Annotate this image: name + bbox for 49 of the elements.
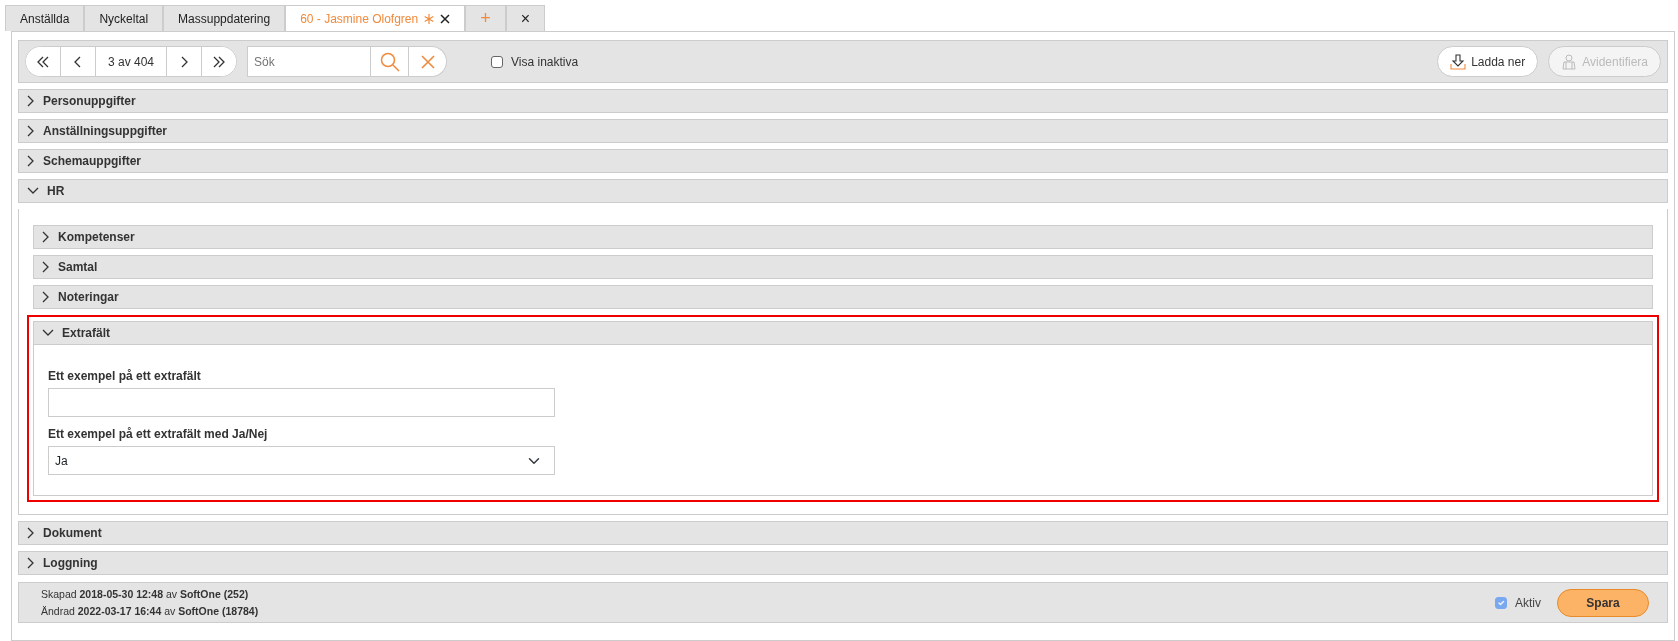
section-header[interactable]: Schemauppgifter	[18, 149, 1668, 173]
section-header[interactable]: Kompetenser	[33, 225, 1653, 249]
tab[interactable]: Massuppdatering	[163, 5, 286, 31]
chevron-down-icon	[27, 187, 39, 195]
chevron-icon	[36, 55, 50, 68]
section-header[interactable]: Loggning	[18, 551, 1668, 575]
chevron-right-icon	[42, 291, 50, 303]
chevron-right-icon	[27, 95, 35, 107]
chevron-icon	[212, 55, 227, 68]
chevron-right-icon	[27, 527, 35, 539]
chevron-right-icon	[27, 125, 35, 137]
checkbox-label: Visa inaktiva	[511, 53, 579, 71]
section-header[interactable]: Personuppgifter	[18, 89, 1668, 113]
first-page-button[interactable]	[26, 47, 61, 76]
close-icon	[420, 54, 435, 69]
download-button[interactable]: Ladda ner	[1437, 46, 1539, 77]
tab-label: Nyckeltal	[99, 10, 149, 28]
search-icon	[379, 51, 400, 72]
section-header[interactable]: Anställningsuppgifter	[18, 119, 1668, 143]
checkbox-label: Aktiv	[1515, 594, 1541, 612]
chevron-right-icon	[42, 261, 50, 273]
person-icon	[1561, 53, 1578, 70]
search-field[interactable]: Sök	[247, 46, 372, 77]
chevron-right-icon	[42, 231, 50, 243]
section-header[interactable]: HR	[18, 179, 1668, 203]
section-header[interactable]: Dokument	[18, 521, 1668, 545]
audit-text: Skapad 2018-05-30 12:48 av SoftOne (252)	[41, 586, 250, 602]
tab[interactable]: Nyckeltal	[84, 5, 164, 31]
section-header[interactable]: Noteringar	[33, 285, 1653, 309]
chevron-right-icon	[27, 557, 35, 569]
dropdown[interactable]: Ja	[48, 446, 555, 475]
close-all-button[interactable]: ×	[505, 5, 546, 31]
section-header[interactable]: Samtal	[33, 255, 1653, 279]
checkbox[interactable]	[491, 55, 504, 68]
download-icon	[1450, 53, 1467, 70]
input-field[interactable]	[48, 388, 555, 417]
chevron-down-icon	[42, 329, 54, 337]
tab-label: 60 - Jasmine Olofgren	[300, 10, 419, 28]
tab-label: Anställda	[20, 10, 70, 28]
field-label: Ett exempel på ett extrafält	[48, 368, 202, 385]
audit-text: Ändrad 2022-03-17 16:44 av SoftOne (18784)	[41, 603, 260, 619]
section-header[interactable]: Extrafält	[33, 321, 1653, 345]
tab-label: Massuppdatering	[178, 10, 271, 28]
save-button[interactable]: Spara	[1557, 588, 1649, 617]
field-label: Ett exempel på ett extrafält med Ja/Nej	[48, 426, 269, 443]
chevron-right-icon	[27, 155, 35, 167]
tab[interactable]: Anställda	[5, 5, 85, 31]
search-button[interactable]	[371, 46, 410, 77]
clear-button[interactable]	[409, 46, 448, 77]
